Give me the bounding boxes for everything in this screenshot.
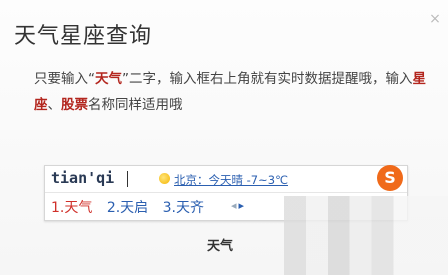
keyword-stock: 股票 — [61, 97, 88, 113]
sun-icon — [159, 173, 170, 184]
text-cursor — [127, 171, 128, 187]
weather-text: 北京：今天晴 -7~3℃ — [174, 173, 288, 187]
blurred-area — [266, 196, 448, 275]
candidate-3[interactable]: 3.天齐 — [163, 200, 204, 216]
instruction-text: 只要输入“天气”二字，输入框右上角就有实时数据提醒哦，输入星座、股票名称同样适用… — [34, 66, 438, 118]
candidate-2[interactable]: 2.天启 — [107, 200, 148, 216]
instruction-separator: 、 — [47, 97, 62, 113]
close-icon[interactable]: × — [428, 12, 442, 26]
keyword-weather: 天气 — [95, 71, 122, 87]
candidate-1[interactable]: 1.天气 — [51, 200, 92, 216]
ime-composition-bar: tian'qi 北京：今天晴 -7~3℃ S — [45, 165, 407, 193]
candidate-list: 1.天气 2.天启 3.天齐 — [51, 197, 214, 217]
weather-link[interactable]: 北京：今天晴 -7~3℃ — [159, 172, 288, 188]
pinyin-input[interactable]: tian'qi — [51, 169, 114, 187]
sogou-logo-icon[interactable]: S — [377, 165, 403, 191]
dialog-panel: 天气星座查询 × 只要输入“天气”二字，输入框右上角就有实时数据提醒哦，输入星座… — [0, 0, 448, 275]
prev-page-icon[interactable]: ◂ — [231, 199, 237, 212]
instruction-part3: 名称同样适用哦 — [88, 97, 183, 113]
dialog-title: 天气星座查询 — [14, 24, 153, 49]
instruction-part1: 只要输入“ — [34, 71, 95, 87]
next-page-icon[interactable]: ▸ — [239, 199, 245, 212]
page-arrows: ◂ ▸ — [231, 199, 246, 212]
caption-text: 天气 — [207, 239, 234, 254]
instruction-part2: ”二字，输入框右上角就有实时数据提醒哦，输入 — [122, 71, 413, 87]
